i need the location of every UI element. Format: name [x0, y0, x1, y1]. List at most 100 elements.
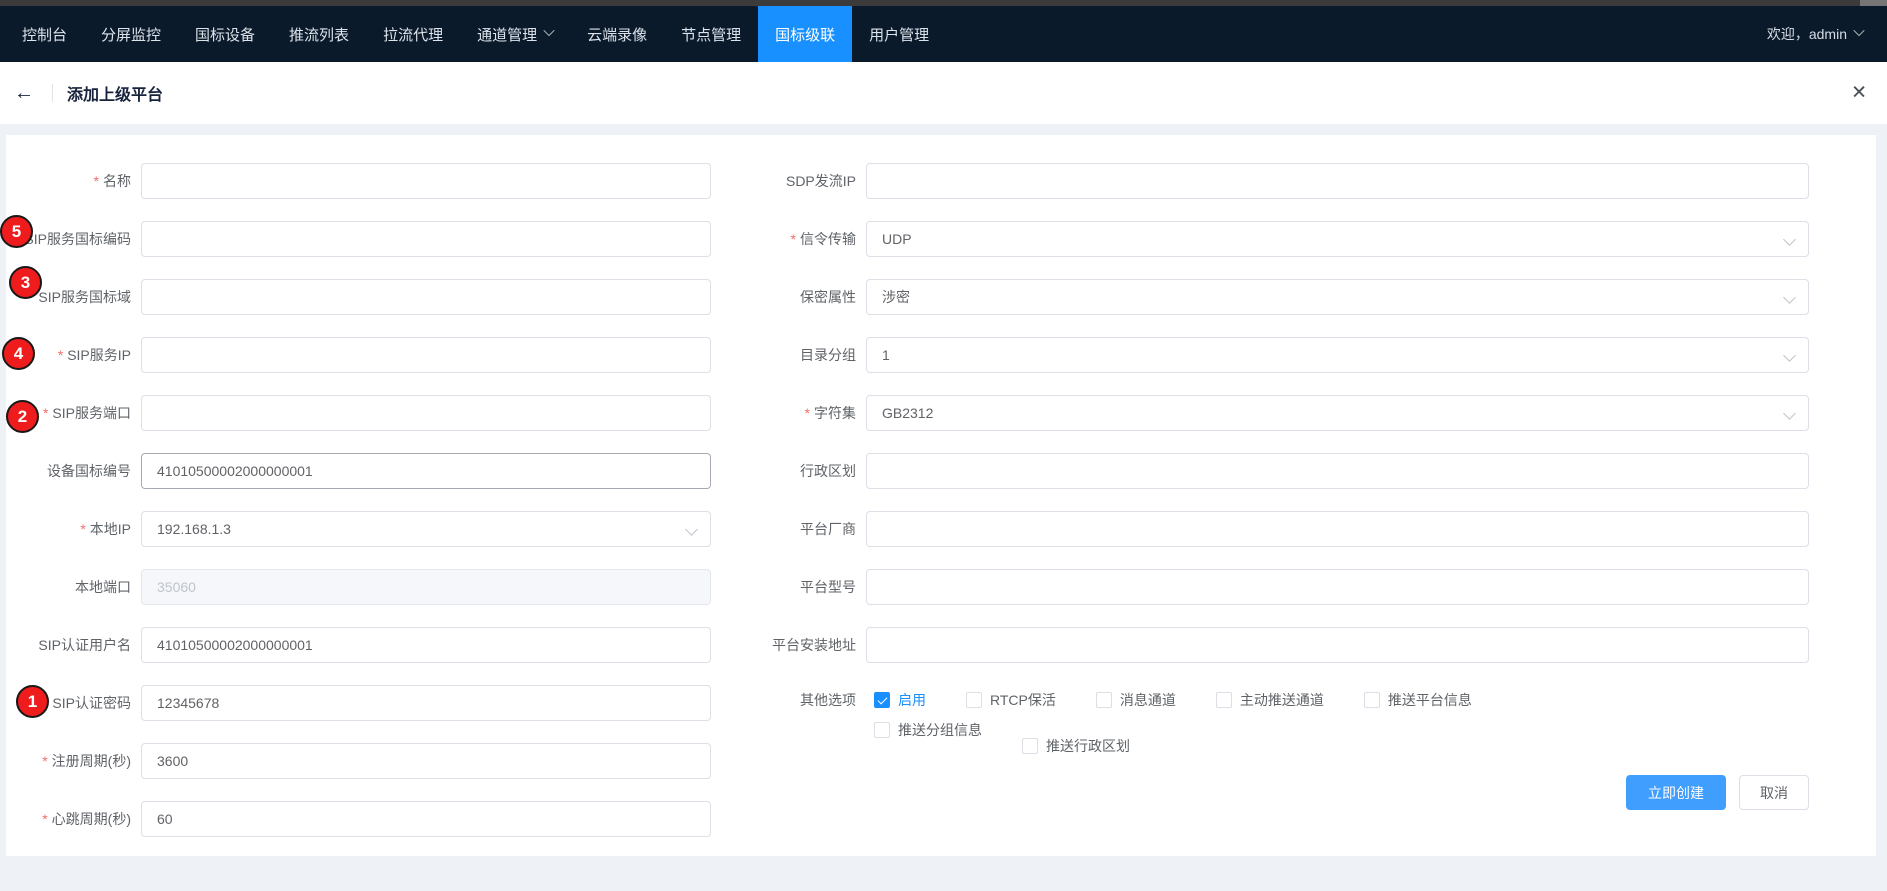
form-row-secrecy: 保密属性 涉密 — [711, 279, 1876, 315]
checkbox-message-channel[interactable]: 消息通道 — [1096, 685, 1176, 715]
checkbox-icon — [1022, 738, 1038, 754]
form-row-charset: 字符集 GB2312 — [711, 395, 1876, 431]
field-label: 平台厂商 — [711, 519, 866, 539]
secrecy-select[interactable]: 涉密 — [866, 279, 1809, 315]
user-menu[interactable]: 欢迎，admin — [1767, 6, 1887, 62]
nav-item-pull-proxy[interactable]: 拉流代理 — [366, 6, 460, 62]
annotation-badge-1: 1 — [16, 685, 49, 718]
chevron-down-icon — [1783, 349, 1796, 362]
form-row-platform-model: 平台型号 — [711, 569, 1876, 605]
nav-item-split-monitor[interactable]: 分屏监控 — [84, 6, 178, 62]
field-label: 行政区划 — [711, 461, 866, 481]
checkbox-label: 推送分组信息 — [898, 720, 982, 740]
chevron-down-icon — [1853, 25, 1864, 36]
form-row-catalog-group: 目录分组 1 — [711, 337, 1876, 373]
nav-item-console[interactable]: 控制台 — [5, 6, 84, 62]
field-value: 192.168.1.3 — [157, 521, 231, 537]
register-period-input[interactable]: 3600 — [141, 743, 711, 779]
nav-item-channel-mgmt[interactable]: 通道管理 — [460, 6, 570, 62]
field-label: 设备国标编号 — [6, 461, 141, 481]
checkbox-push-group-info[interactable]: 推送分组信息 — [874, 715, 982, 745]
field-label: 其他选项 — [711, 685, 866, 715]
chevron-down-icon — [685, 523, 698, 536]
sip-server-ip-input[interactable] — [141, 337, 711, 373]
sip-server-gb-code-input[interactable] — [141, 221, 711, 257]
header-divider — [52, 84, 53, 102]
charset-select[interactable]: GB2312 — [866, 395, 1809, 431]
field-label: 注册周期(秒) — [6, 751, 141, 771]
platform-model-input[interactable] — [866, 569, 1809, 605]
form-right-column: SDP发流IP 信令传输 UDP 保密属性 涉密 目录分组 1 字符集 G — [711, 163, 1876, 859]
checkbox-icon — [966, 692, 982, 708]
nav-item-cloud-record[interactable]: 云端录像 — [570, 6, 664, 62]
admin-division-input[interactable] — [866, 453, 1809, 489]
checkbox-label: RTCP保活 — [990, 690, 1056, 710]
name-input[interactable] — [141, 163, 711, 199]
field-value: 60 — [157, 811, 173, 827]
checkbox-icon — [874, 722, 890, 738]
nav-item-push-list[interactable]: 推流列表 — [272, 6, 366, 62]
signal-transport-select[interactable]: UDP — [866, 221, 1809, 257]
form-row-sip-ip: SIP服务IP — [6, 337, 711, 373]
field-value: 1 — [882, 347, 890, 363]
field-label: 名称 — [6, 171, 141, 191]
form-row-sip-auth-password: SIP认证密码 12345678 — [6, 685, 711, 721]
sip-auth-username-input[interactable]: 41010500002000000001 — [141, 627, 711, 663]
nav-item-gb-cascade[interactable]: 国标级联 — [758, 6, 852, 62]
platform-vendor-input[interactable] — [866, 511, 1809, 547]
checkbox-label: 推送平台信息 — [1388, 690, 1472, 710]
catalog-group-select[interactable]: 1 — [866, 337, 1809, 373]
nav-item-node-mgmt[interactable]: 节点管理 — [664, 6, 758, 62]
checkbox-label: 启用 — [898, 690, 926, 710]
cancel-button[interactable]: 取消 — [1739, 775, 1809, 810]
checkbox-push-platform-info[interactable]: 推送平台信息 — [1364, 685, 1472, 715]
chevron-down-icon — [1783, 291, 1796, 304]
checkbox-active-push-channel[interactable]: 主动推送通道 — [1216, 685, 1324, 715]
nav-item-user-mgmt[interactable]: 用户管理 — [852, 6, 946, 62]
sip-server-gb-domain-input[interactable] — [141, 279, 711, 315]
field-label: SDP发流IP — [711, 171, 866, 191]
page: 控制台 分屏监控 国标设备 推流列表 拉流代理 通道管理 云端录像 节点管理 国… — [0, 0, 1887, 891]
welcome-user-label: 欢迎，admin — [1767, 24, 1847, 44]
field-label: 本地端口 — [6, 577, 141, 597]
form-row-other-options: 其他选项 启用 RTCP保活 消息通道 — [711, 685, 1876, 761]
form-row-sip-port: SIP服务端口 — [6, 395, 711, 431]
form-row-name: 名称 — [6, 163, 711, 199]
form-row-register-period: 注册周期(秒) 3600 — [6, 743, 711, 779]
nav-item-gb-devices[interactable]: 国标设备 — [178, 6, 272, 62]
chevron-down-icon — [1783, 407, 1796, 420]
checkbox-icon — [1096, 692, 1112, 708]
close-icon[interactable]: ✕ — [1851, 82, 1867, 105]
local-port-input: 35060 — [141, 569, 711, 605]
annotation-badge-5: 5 — [0, 215, 33, 248]
field-label: 目录分组 — [711, 345, 866, 365]
platform-address-input[interactable] — [866, 627, 1809, 663]
heartbeat-period-input[interactable]: 60 — [141, 801, 711, 837]
field-value: GB2312 — [882, 405, 933, 421]
form-row-sip-gb-code: SIP服务国标编码 — [6, 221, 711, 257]
checkbox-rtcp-keepalive[interactable]: RTCP保活 — [966, 685, 1056, 715]
form-row-local-ip: 本地IP 192.168.1.3 — [6, 511, 711, 547]
page-header: ← 添加上级平台 ✕ — [0, 62, 1887, 124]
nav-item-label: 通道管理 — [477, 24, 537, 45]
sip-server-port-input[interactable] — [141, 395, 711, 431]
form-row-admin-division: 行政区划 — [711, 453, 1876, 489]
form-row-platform-vendor: 平台厂商 — [711, 511, 1876, 547]
field-label: 字符集 — [711, 403, 866, 423]
form-card: 名称 SIP服务国标编码 SIP服务国标域 SIP服务IP SIP服务端口 — [6, 135, 1876, 856]
field-label: 信令传输 — [711, 229, 866, 249]
checkbox-enable[interactable]: 启用 — [874, 685, 926, 715]
field-label: SIP认证用户名 — [6, 635, 141, 655]
checkbox-push-admin-division[interactable]: 推送行政区划 — [1022, 731, 1130, 761]
checkbox-icon — [1364, 692, 1380, 708]
create-button[interactable]: 立即创建 — [1626, 775, 1726, 810]
sip-auth-password-input[interactable]: 12345678 — [141, 685, 711, 721]
field-value: UDP — [882, 231, 912, 247]
annotation-badge-2: 2 — [6, 400, 39, 433]
field-label: 平台型号 — [711, 577, 866, 597]
local-ip-select[interactable]: 192.168.1.3 — [141, 511, 711, 547]
device-gb-id-input[interactable]: 41010500002000000001 — [141, 453, 711, 489]
checkbox-icon — [1216, 692, 1232, 708]
back-arrow-icon[interactable]: ← — [14, 83, 34, 103]
sdp-ip-input[interactable] — [866, 163, 1809, 199]
